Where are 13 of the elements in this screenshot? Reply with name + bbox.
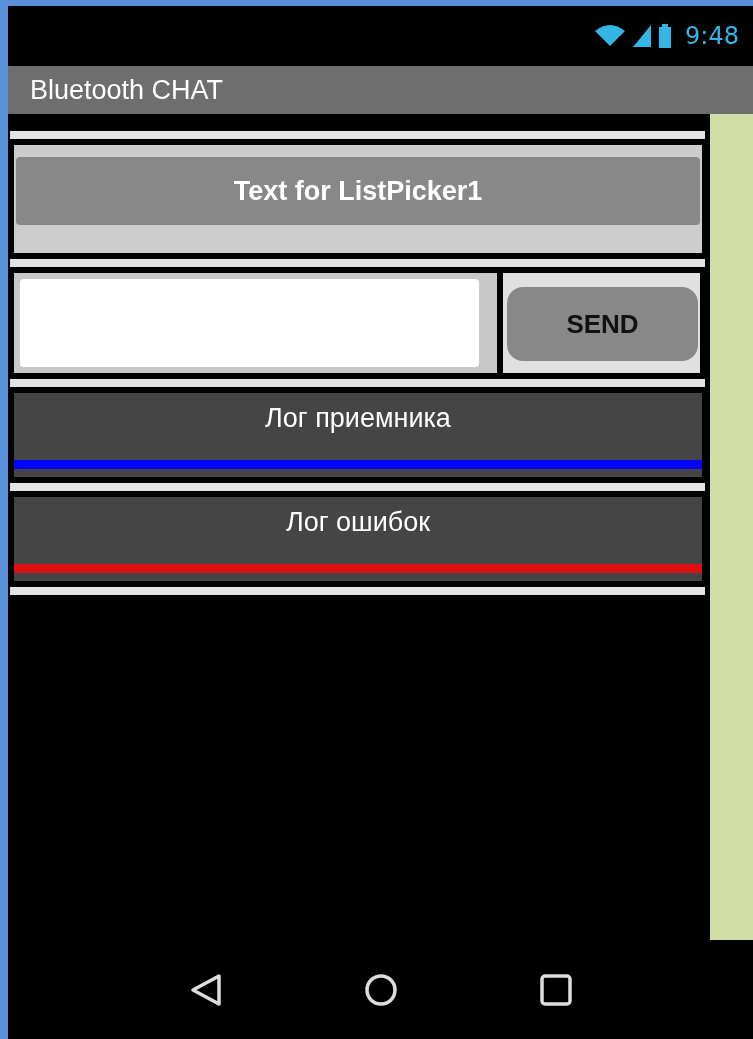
home-icon[interactable] bbox=[363, 972, 398, 1007]
signal-icon bbox=[633, 25, 652, 47]
app-title: Bluetooth CHAT bbox=[30, 74, 224, 106]
wifi-icon bbox=[595, 25, 626, 47]
clock-time: 9:48 bbox=[685, 22, 739, 50]
log-title: Лог ошибок bbox=[285, 507, 431, 538]
send-button[interactable]: SEND bbox=[507, 287, 698, 361]
message-field[interactable] bbox=[14, 273, 497, 373]
log-title: Лог приемника bbox=[265, 403, 451, 434]
battery-icon bbox=[659, 24, 672, 48]
recent-apps-icon[interactable] bbox=[538, 972, 573, 1007]
list-picker-button[interactable]: Text for ListPicker1 bbox=[16, 157, 700, 225]
back-icon[interactable] bbox=[188, 972, 223, 1007]
